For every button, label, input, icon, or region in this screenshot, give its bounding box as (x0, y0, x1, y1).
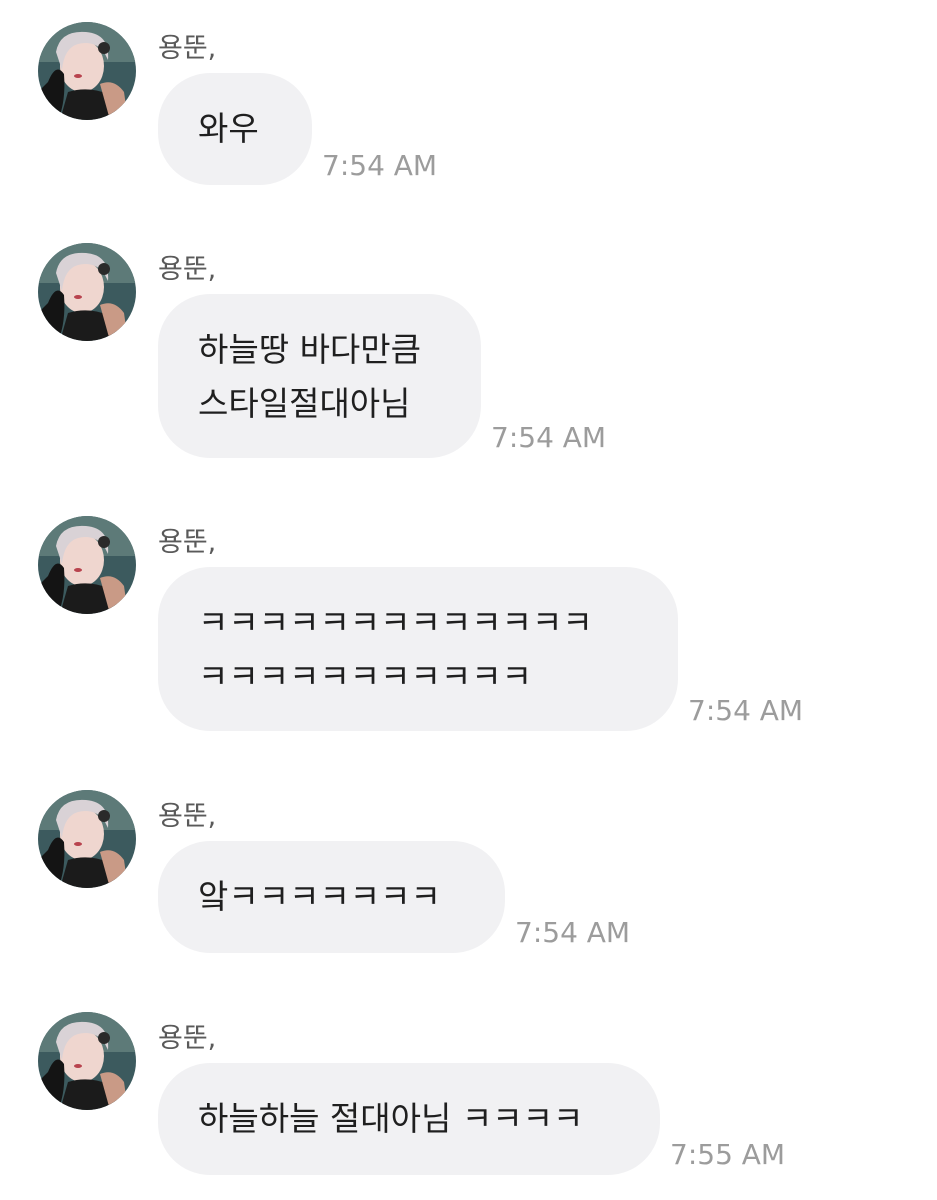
avatar[interactable] (38, 243, 136, 341)
message-bubble[interactable]: 하늘하늘 절대아님 ㅋㅋㅋㅋ (158, 1063, 660, 1175)
avatar-photo-icon (38, 516, 136, 614)
message-timestamp: 7:54 AM (688, 694, 804, 727)
message-bubble[interactable]: 와우 (158, 73, 312, 185)
avatar-photo-icon (38, 1012, 136, 1110)
message-text: ㅋㅋㅋㅋㅋㅋㅋㅋㅋㅋㅋㅋㅋ (198, 603, 593, 642)
message-text: ㅋㅋㅋㅋㅋㅋㅋㅋㅋㅋㅋ (198, 657, 532, 696)
avatar[interactable] (38, 516, 136, 614)
message-text: 스타일절대아님 (198, 384, 411, 423)
message-timestamp: 7:54 AM (515, 916, 631, 949)
message-timestamp: 7:54 AM (322, 149, 438, 182)
message-text: 앜ㅋㅋㅋㅋㅋㅋㅋ (198, 877, 441, 916)
avatar-photo-icon (38, 22, 136, 120)
message-text: 와우 (198, 109, 259, 148)
sender-name: 용뚠, (158, 254, 217, 285)
message-bubble[interactable]: ㅋㅋㅋㅋㅋㅋㅋㅋㅋㅋㅋㅋㅋ ㅋㅋㅋㅋㅋㅋㅋㅋㅋㅋㅋ (158, 567, 678, 731)
avatar[interactable] (38, 790, 136, 888)
message-timestamp: 7:55 AM (670, 1138, 786, 1171)
avatar-photo-icon (38, 790, 136, 888)
avatar[interactable] (38, 22, 136, 120)
message-text: 하늘하늘 절대아님 ㅋㅋㅋㅋ (198, 1099, 584, 1138)
sender-name: 용뚠, (158, 801, 217, 832)
avatar[interactable] (38, 1012, 136, 1110)
sender-name: 용뚠, (158, 527, 217, 558)
message-text: 하늘땅 바다만큼 (198, 330, 422, 369)
message-timestamp: 7:54 AM (491, 421, 607, 454)
sender-name: 용뚠, (158, 33, 217, 64)
message-bubble[interactable]: 앜ㅋㅋㅋㅋㅋㅋㅋ (158, 841, 505, 953)
avatar-photo-icon (38, 243, 136, 341)
sender-name: 용뚠, (158, 1023, 217, 1054)
message-bubble[interactable]: 하늘땅 바다만큼 스타일절대아님 (158, 294, 481, 458)
